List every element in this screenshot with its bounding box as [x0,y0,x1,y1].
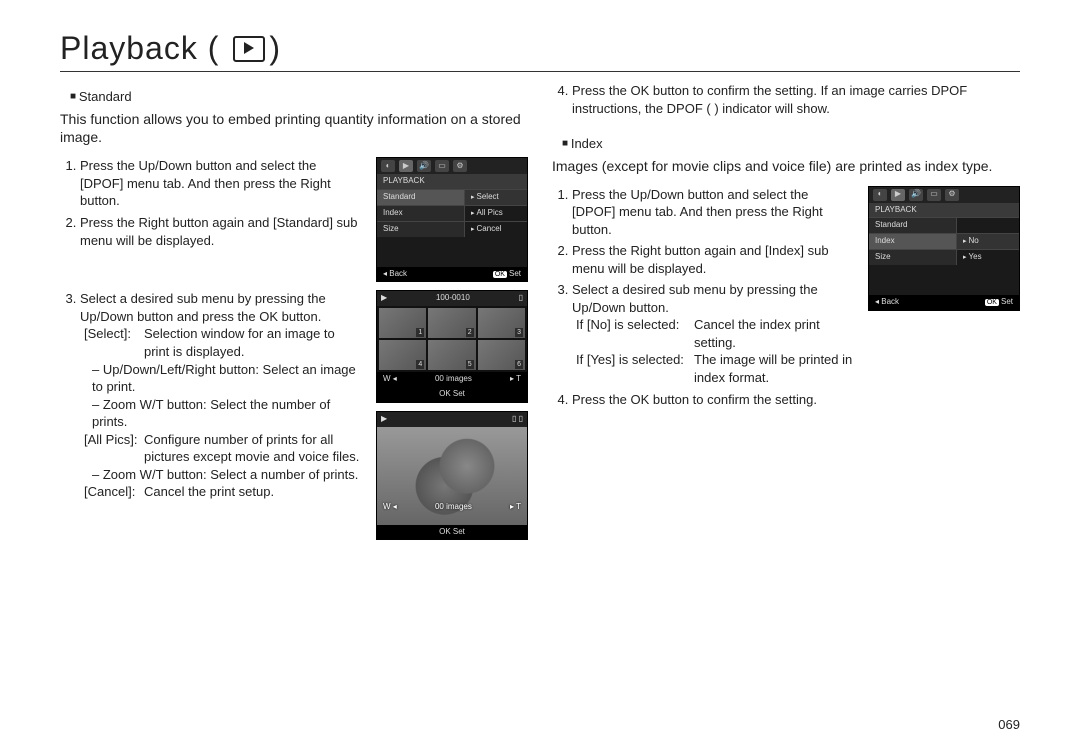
right-step-4: Press the OK button to confirm the setti… [572,391,854,409]
sound-tab-icon: 🔊 [909,189,923,201]
label-yes: If [Yes] is selected: [576,351,694,386]
image-counter: 100-0010 [436,293,470,304]
text-select: Selection window for an image to print i… [144,325,362,360]
left-step-1: Press the Up/Down button and select the … [80,157,362,210]
camera-screen-index-menu: ◐ ▶ 🔊 ▭ ⚙ PLAYBACK Standard Index▸No Siz… [868,186,1020,311]
set-label: Set [453,389,465,398]
menu-size: Size [377,221,464,237]
camera-screen-standard-menu: ◐ ▶ 🔊 ▭ ⚙ PLAYBACK Standard▸Select Index… [376,157,528,282]
text-yes: The image will be printed in index forma… [694,351,854,386]
text-select-sub1: Up/Down/Left/Right button: Select an ima… [92,362,356,395]
sound-tab-icon: 🔊 [417,160,431,172]
playback-icon-small: ▶ [381,293,387,304]
left-step-2: Press the Right button again and [Standa… [80,214,362,249]
menu-no: No [969,236,979,245]
thumb-6: 6 [478,340,525,370]
text-select-sub2: Zoom W/T button: Select the number of pr… [92,397,330,430]
menu-select: Select [477,192,499,201]
label-select: [Select]: [84,325,144,360]
menu-size: Size [869,249,956,265]
text-allpics: Configure number of prints for all pictu… [144,431,362,466]
left-step-3: Select a desired sub menu by pressing th… [80,290,362,501]
playback-icon [229,36,269,62]
thumb-1: 1 [379,308,426,338]
label-allpics: [All Pics]: [84,431,144,466]
zoom-t: T [516,374,521,383]
ok-badge: OK [439,527,451,536]
zoom-w: W [383,374,391,383]
footer-back: ◂ Back [383,269,407,280]
thumb-2: 2 [428,308,475,338]
page-title: Playback ( [60,30,219,67]
set-label: Set [453,527,465,536]
thumb-5: 5 [428,340,475,370]
intro-index: Images (except for movie clips and voice… [552,157,1020,176]
right-step-1: Press the Up/Down button and select the … [572,186,854,239]
intro-standard: This function allows you to embed printi… [60,110,528,148]
tab-icon: ◐ [873,189,887,201]
label-no: If [No] is selected: [576,316,694,351]
settings-tab-icon: ⚙ [453,160,467,172]
menu-standard: Standard [869,217,956,233]
camera-screen-photo: ▶ ▯ ▯ W ◂00 images▸ T OK Set [376,411,528,541]
page-number: 069 [998,717,1020,732]
label-cancel: [Cancel]: [84,483,144,501]
footer-back: ◂ Back [875,297,899,308]
text-no: Cancel the index print setting. [694,316,854,351]
images-count: 00 images [435,374,472,385]
menu-yes: Yes [969,252,982,261]
heading-index: Index [562,135,1020,153]
menu-title: PLAYBACK [377,174,527,189]
camera-screen-thumbnails: ▶100-0010▯ 1 2 3 4 5 6 W ◂00 images▸ T O… [376,290,528,402]
thumb-3: 3 [478,308,525,338]
menu-title: PLAYBACK [869,203,1019,218]
menu-cancel: Cancel [477,224,502,233]
text-allpics-sub1: Zoom W/T button: Select a number of prin… [103,467,359,482]
right-step-2: Press the Right button again and [Index]… [572,242,854,277]
page-title-close: ) [269,30,281,67]
heading-standard: Standard [70,88,528,106]
right-step-3: Select a desired sub menu by pressing th… [572,281,854,386]
display-tab-icon: ▭ [927,189,941,201]
playback-tab-icon: ▶ [399,160,413,172]
ok-badge: OK [439,389,451,398]
battery-icon: ▯ [519,293,523,304]
menu-index: Index [869,233,956,249]
right-column: Press the OK button to confirm the setti… [552,82,1020,548]
battery-icon: ▯ ▯ [512,414,523,425]
menu-index: Index [377,205,464,221]
menu-standard: Standard [377,189,464,205]
footer-ok: OKSet [493,269,521,280]
text-cancel: Cancel the print setup. [144,483,274,501]
menu-allpics: All Pics [477,208,503,217]
settings-tab-icon: ⚙ [945,189,959,201]
page-title-row: Playback ( ) [60,30,1020,72]
left-column: Standard This function allows you to emb… [60,82,528,548]
tab-icon: ◐ [381,160,395,172]
footer-ok: OKSet [985,297,1013,308]
right-step-4-top: Press the OK button to confirm the setti… [572,82,1020,117]
playback-tab-icon: ▶ [891,189,905,201]
display-tab-icon: ▭ [435,160,449,172]
playback-icon-small: ▶ [381,414,387,425]
photo-preview: W ◂00 images▸ T [377,427,527,525]
thumb-4: 4 [379,340,426,370]
